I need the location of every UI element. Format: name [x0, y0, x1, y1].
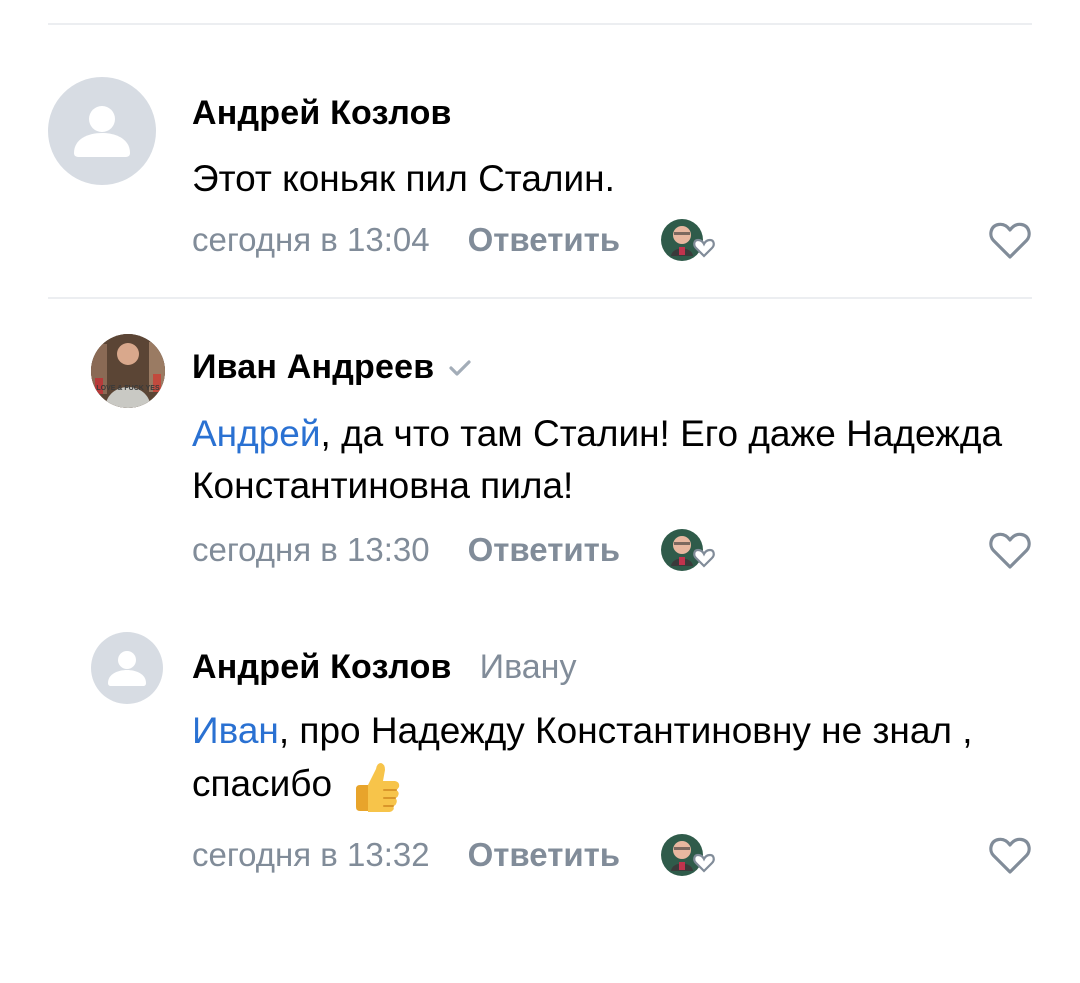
- reply-to-label[interactable]: Ивану: [480, 648, 577, 687]
- reply-button[interactable]: Ответить: [468, 221, 621, 259]
- checkmark-icon: [449, 359, 471, 376]
- comment-divider: [48, 297, 1032, 299]
- heart-outline-icon[interactable]: [988, 530, 1032, 570]
- avatar-andrey-kozlov[interactable]: [48, 77, 156, 185]
- comment-text: Андрей, да что там Сталин! Его даже Наде…: [192, 408, 1032, 512]
- comment-meta: сегодня в 13:04 Ответить: [192, 216, 720, 264]
- user-photo-icon: LOVE & FUCK YES: [91, 334, 165, 408]
- comment-time: сегодня в 13:32: [192, 836, 430, 873]
- comment-body: , про Надежду Константиновну не знал , с…: [192, 710, 973, 804]
- avatar-shirt-text: LOVE & FUCK YES: [96, 385, 160, 392]
- comment-body: Этот коньяк пил Сталин.: [192, 158, 615, 199]
- user-silhouette-icon: [74, 106, 130, 157]
- comment-time: сегодня в 13:04: [192, 221, 430, 258]
- avatar-ivan-andreev[interactable]: LOVE & FUCK YES: [91, 334, 165, 408]
- avatar-andrey-kozlov[interactable]: [91, 632, 163, 704]
- mention-link[interactable]: Андрей: [192, 413, 321, 454]
- comment-text: Этот коньяк пил Сталин.: [192, 153, 1032, 205]
- thumbs-up-icon: 👍: [356, 763, 400, 812]
- heart-outline-icon[interactable]: [988, 835, 1032, 875]
- reply-button[interactable]: Ответить: [468, 836, 621, 874]
- reply-button[interactable]: Ответить: [468, 531, 621, 569]
- author-line: Иван Андреев: [192, 348, 474, 387]
- author-line: Андрей Козлов Ивану: [192, 648, 576, 687]
- liker-avatar-heart-icon[interactable]: [660, 216, 720, 264]
- comment-text: Иван, про Надежду Константиновну не знал…: [192, 705, 1032, 815]
- comment-meta: сегодня в 13:32 Ответить: [192, 831, 720, 879]
- user-silhouette-icon: [108, 651, 146, 686]
- author-name[interactable]: Андрей Козлов: [192, 648, 452, 687]
- top-divider: [48, 23, 1032, 25]
- author-name[interactable]: Андрей Козлов: [192, 94, 452, 133]
- heart-outline-icon[interactable]: [988, 220, 1032, 260]
- mention-link[interactable]: Иван: [192, 710, 279, 751]
- liker-avatar-heart-icon[interactable]: [660, 526, 720, 574]
- author-line: Андрей Козлов: [192, 94, 452, 133]
- comment-meta: сегодня в 13:30 Ответить: [192, 526, 720, 574]
- author-name[interactable]: Иван Андреев: [192, 348, 434, 387]
- comment-time: сегодня в 13:30: [192, 531, 430, 568]
- liker-avatar-heart-icon[interactable]: [660, 831, 720, 879]
